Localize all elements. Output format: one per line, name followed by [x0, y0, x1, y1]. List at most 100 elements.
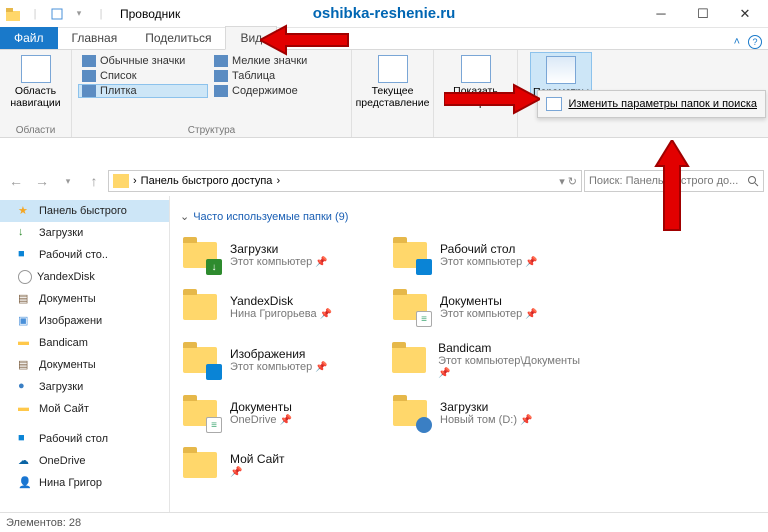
folder-icon: [180, 447, 220, 483]
folder-item-8[interactable]: Мой Сайт 📌: [174, 443, 384, 487]
sidebar-item-4[interactable]: ▤ Документы: [0, 288, 169, 310]
sidebar-item-3[interactable]: YandexDisk: [0, 266, 169, 288]
sidebar-label: Загрузки: [39, 381, 83, 393]
folder-item-5[interactable]: Bandicam Этот компьютер\Документы 📌: [384, 337, 594, 383]
folder-item-1[interactable]: Рабочий стол Этот компьютер 📌: [384, 233, 594, 277]
tab-share[interactable]: Поделиться: [131, 27, 225, 49]
item-sub: Этот компьютер 📌: [440, 256, 538, 268]
sidebar-item-1[interactable]: ↓ Загрузки: [0, 222, 169, 244]
sidebar-label: Панель быстрого: [39, 205, 127, 217]
sidebar-icon-user: 👤: [18, 476, 34, 490]
pin-icon: 📌: [315, 362, 327, 373]
folder-item-3[interactable]: ≡ Документы Этот компьютер 📌: [384, 285, 594, 329]
options-dropdown[interactable]: Изменить параметры папок и поиска: [537, 90, 766, 118]
tab-file[interactable]: Файл: [0, 27, 58, 49]
folder-item-2[interactable]: YandexDisk Нина Григорьева 📌: [174, 285, 384, 329]
view-list[interactable]: Список: [78, 69, 208, 83]
sidebar-item-0[interactable]: ★ Панель быстрого: [0, 200, 169, 222]
sidebar-item-7[interactable]: ▤ Документы: [0, 354, 169, 376]
folder-item-4[interactable]: Изображения Этот компьютер 📌: [174, 337, 384, 383]
sidebar-item-13[interactable]: 👤 Нина Григор: [0, 472, 169, 494]
pin-icon: 📌: [520, 415, 532, 426]
titlebar: | ▾ | Проводник oshibka-reshenie.ru ─ ☐ …: [0, 0, 768, 28]
sidebar-label: Документы: [39, 293, 96, 305]
qat-sep: |: [26, 5, 44, 23]
sidebar-icon-ydisk: [18, 270, 32, 284]
sidebar-icon-doc: ▤: [18, 358, 34, 372]
qat-props-icon[interactable]: [48, 5, 66, 23]
sidebar-item-6[interactable]: ▬ Bandicam: [0, 332, 169, 354]
recent-button[interactable]: ▾: [56, 169, 80, 193]
sidebar-item-9[interactable]: ▬ Мой Сайт: [0, 398, 169, 420]
view-normal-icon: [82, 55, 96, 67]
ribbon-collapse-icon[interactable]: ˄: [734, 36, 740, 48]
app-icon: [4, 5, 22, 23]
pin-icon: 📌: [438, 368, 450, 379]
item-sub: 📌: [230, 466, 285, 478]
pin-icon: 📌: [320, 309, 332, 320]
item-sub: Этот компьютер 📌: [230, 361, 328, 373]
qat-new-icon[interactable]: ▾: [70, 5, 88, 23]
view-table-icon: [214, 70, 228, 82]
item-sub: Новый том (D:) 📌: [440, 414, 533, 426]
search-icon: [747, 175, 759, 187]
address-bar[interactable]: › Панель быстрого доступа › ▾ ↻: [108, 170, 582, 192]
desktop-overlay-icon: [206, 364, 222, 380]
view-content[interactable]: Содержимое: [210, 84, 340, 98]
item-name: Документы: [440, 294, 538, 308]
view-normal-label: Обычные значки: [100, 55, 185, 67]
show-hide-icon: [461, 55, 491, 83]
close-button[interactable]: ✕: [724, 1, 766, 27]
forward-button[interactable]: →: [30, 169, 54, 193]
sidebar-icon-fold: ▬: [18, 402, 34, 416]
sidebar-icon-desk: ■: [18, 248, 34, 262]
status-count: Элементов: 28: [6, 517, 81, 529]
view-tile-icon: [82, 85, 96, 97]
pin-icon: 📌: [315, 257, 327, 268]
sidebar-label: Документы: [39, 359, 96, 371]
folder-item-6[interactable]: ≡ Документы OneDrive 📌: [174, 391, 384, 435]
view-normal[interactable]: Обычные значки: [78, 54, 208, 68]
item-name: YandexDisk: [230, 294, 332, 308]
sidebar-icon-star: ★: [18, 204, 34, 218]
annotation-arrow-options: [444, 82, 540, 116]
refresh-icon[interactable]: ▾ ↻: [559, 175, 577, 188]
view-list-icon: [82, 70, 96, 82]
sidebar-label: YandexDisk: [37, 271, 95, 283]
sidebar-item-12[interactable]: ☁ OneDrive: [0, 450, 169, 472]
folder-icon: [180, 342, 220, 378]
breadcrumb-root[interactable]: Панель быстрого доступа: [141, 175, 273, 187]
sidebar-item-11[interactable]: ■ Рабочий стол: [0, 428, 169, 450]
folder-item-7[interactable]: Загрузки Новый том (D:) 📌: [384, 391, 594, 435]
sidebar-icon-globe: ●: [18, 380, 34, 394]
up-button[interactable]: ↑: [82, 169, 106, 193]
sidebar-item-8[interactable]: ● Загрузки: [0, 376, 169, 398]
sidebar-label: Рабочий стол: [39, 433, 108, 445]
view-tile[interactable]: Плитка: [78, 84, 208, 98]
back-button[interactable]: ←: [4, 169, 28, 193]
item-name: Bandicam: [438, 341, 588, 355]
view-table[interactable]: Таблица: [210, 69, 340, 83]
document-overlay-icon: ≡: [416, 311, 432, 327]
item-name: Загрузки: [440, 400, 533, 414]
view-list-label: Список: [100, 70, 137, 82]
maximize-button[interactable]: ☐: [682, 1, 724, 27]
download-arrow-icon: ↓: [206, 259, 222, 275]
nav-pane-button[interactable]: Область навигации: [5, 52, 67, 112]
current-view-button[interactable]: Текущее представление: [362, 52, 424, 112]
help-icon[interactable]: ?: [748, 35, 762, 49]
folder-icon: [390, 237, 430, 273]
sidebar-icon-dl: ↓: [18, 226, 34, 240]
sidebar-item-5[interactable]: ▣ Изображени: [0, 310, 169, 332]
section-caret[interactable]: ⌄: [180, 211, 189, 223]
sidebar-item-2[interactable]: ■ Рабочий сто..: [0, 244, 169, 266]
minimize-button[interactable]: ─: [640, 1, 682, 27]
desktop-overlay-icon: [416, 259, 432, 275]
folder-item-0[interactable]: ↓ Загрузки Этот компьютер 📌: [174, 233, 384, 277]
address-icon: [113, 174, 129, 188]
section-title[interactable]: Часто используемые папки (9): [193, 211, 348, 223]
nav-pane-icon: [21, 55, 51, 83]
tab-home[interactable]: Главная: [58, 27, 132, 49]
document-overlay-icon: ≡: [206, 417, 222, 433]
item-sub: Этот компьютер 📌: [230, 256, 328, 268]
